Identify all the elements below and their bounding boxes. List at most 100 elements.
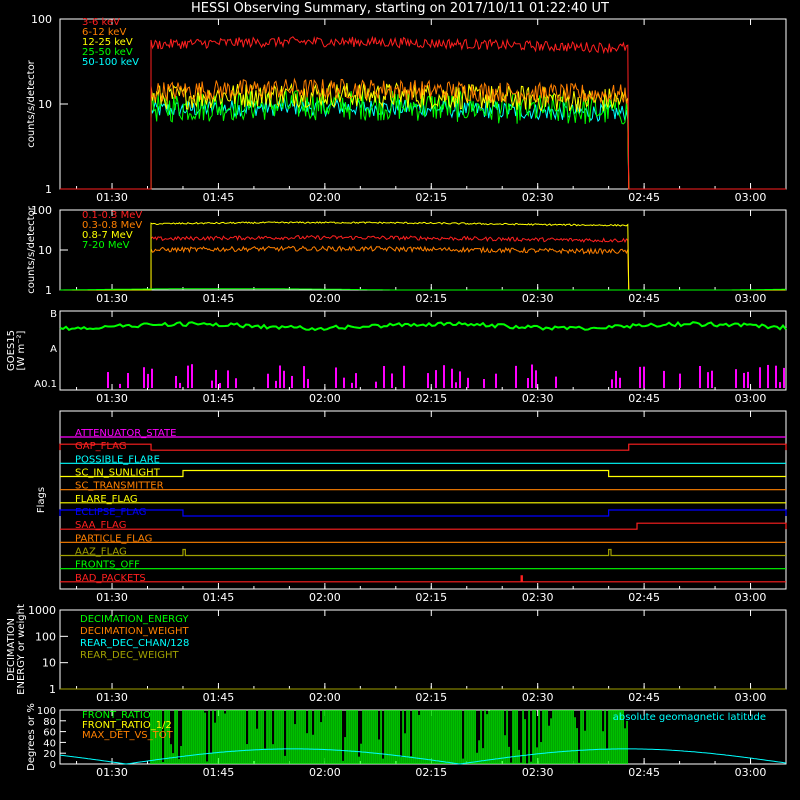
x-tick-label: 01:45 <box>203 691 235 704</box>
x-tick-label: 02:00 <box>309 766 341 779</box>
y-tick-label: 1000 <box>28 604 56 617</box>
x-tick-label: 02:15 <box>415 392 447 405</box>
x-tick-label: 01:30 <box>96 191 128 204</box>
x-tick-label: 02:45 <box>628 591 660 604</box>
x-tick-label: 03:00 <box>735 766 767 779</box>
legend-entry: absolute geomagnetic latitude <box>613 712 766 723</box>
flag-line-eclipse_flag <box>59 509 787 517</box>
flag-label: SC_TRANSMITTER <box>75 481 164 492</box>
flag-label: POSSIBLE_FLARE <box>75 454 160 465</box>
observing-summary-plot: 01:30 01:45 02:00 02:15 02:30 02:45 03:00 count… <box>6 13 787 779</box>
y-tick-label: 80 <box>43 717 56 728</box>
y-axis-label: Degrees or % <box>26 703 37 771</box>
flag-label: ECLIPSE_FLAG <box>75 507 146 518</box>
legend-entry: REAR_DEC_WEIGHT <box>80 650 179 661</box>
x-tick-label: 03:00 <box>735 691 767 704</box>
flag-line-aaz_flag <box>60 548 786 557</box>
y-tick-label: 10 <box>38 244 52 257</box>
y-axis-label: counts/s/detector <box>26 205 37 293</box>
flag-label: ATTENUATOR_STATE <box>75 428 176 439</box>
y-tick-label: B <box>50 309 57 320</box>
x-tick-label: 01:45 <box>203 292 235 305</box>
x-tick-label: 02:45 <box>628 191 660 204</box>
flag-label: SC_IN_SUNLIGHT <box>75 468 161 479</box>
series-line-25-50-keV <box>60 90 786 190</box>
x-tick-label: 02:00 <box>309 392 341 405</box>
y-tick-label: 100 <box>35 630 56 643</box>
y-tick-label: 10 <box>42 657 56 670</box>
y-tick-label: 40 <box>43 738 56 749</box>
x-tick-label: 01:30 <box>96 392 128 405</box>
x-tick-label: 01:45 <box>203 191 235 204</box>
y-tick-label: A <box>50 344 57 355</box>
y-tick-label: 10 <box>38 98 52 111</box>
legend-entry: DECIMATION_ENERGY <box>80 614 189 625</box>
flag-line-saa_flag <box>60 522 787 530</box>
y-tick-label: 1 <box>45 284 52 297</box>
y-tick-label: 0 <box>50 760 56 771</box>
x-tick-label: 02:15 <box>415 766 447 779</box>
y-axis-label: ENERGY or weight <box>16 604 27 695</box>
x-tick-label: 02:15 <box>415 591 447 604</box>
flag-line-bad_packets <box>60 575 786 583</box>
x-tick-label: 01:30 <box>96 766 128 779</box>
x-tick-label: 02:30 <box>522 691 554 704</box>
x-tick-label: 02:45 <box>628 691 660 704</box>
x-tick-label: 03:00 <box>735 292 767 305</box>
flag-label: SAA_FLAG <box>75 520 126 531</box>
x-tick-label: 01:30 <box>96 691 128 704</box>
x-tick-label: 02:15 <box>415 191 447 204</box>
x-tick-label: 02:30 <box>522 591 554 604</box>
y-axis-label: Flags <box>36 487 47 513</box>
series-line-0.8-7-MeV <box>60 221 786 291</box>
x-tick-label: 03:00 <box>735 591 767 604</box>
x-tick-label: 03:00 <box>735 392 767 405</box>
flag-label: AAZ_FLAG <box>75 547 127 558</box>
x-tick-label: 02:15 <box>415 691 447 704</box>
x-tick-label: 02:45 <box>628 766 660 779</box>
x-tick-label: 01:45 <box>203 392 235 405</box>
flag-label: FRONTS_OFF <box>75 560 140 571</box>
x-tick-label: 01:30 <box>96 591 128 604</box>
x-tick-label: 02:30 <box>522 292 554 305</box>
flag-label: FLARE_FLAG <box>75 494 138 505</box>
series-line-12-25-keV <box>60 82 786 190</box>
x-tick-label: 02:00 <box>309 591 341 604</box>
y-tick-label: 100 <box>31 13 52 26</box>
flag-line-gap_flag <box>59 443 787 451</box>
x-tick-label: 02:00 <box>309 191 341 204</box>
x-tick-label: 01:45 <box>203 766 235 779</box>
y-tick-label: A0.1 <box>34 379 57 390</box>
x-tick-label: 02:30 <box>522 191 554 204</box>
flag-label: GAP_FLAG <box>75 441 127 452</box>
x-tick-label: 02:30 <box>522 392 554 405</box>
x-tick-label: 02:00 <box>309 691 341 704</box>
x-tick-label: 02:30 <box>522 766 554 779</box>
legend-entry: REAR_DEC_CHAN/128 <box>80 638 189 649</box>
y-tick-label: 60 <box>43 728 56 739</box>
x-tick-label: 02:00 <box>309 292 341 305</box>
x-tick-label: 02:45 <box>628 392 660 405</box>
x-tick-label: 02:45 <box>628 292 660 305</box>
legend-entry: 7-20 MeV <box>82 240 130 251</box>
y-axis-label: [W m⁻²] <box>16 330 27 370</box>
flag-label: BAD_PACKETS <box>75 573 146 584</box>
y-tick-label: 20 <box>43 749 56 760</box>
y-tick-label: 1 <box>49 683 56 696</box>
x-tick-label: 02:15 <box>415 292 447 305</box>
legend-entry: 50-100 keV <box>82 57 139 68</box>
x-tick-label: 01:30 <box>96 292 128 305</box>
legend-entry: MAX_DET_VS_TOT <box>82 730 174 741</box>
y-axis-label: counts/s/detector <box>26 59 37 147</box>
y-tick-label: 100 <box>31 204 52 217</box>
legend-entry: DECIMATION_WEIGHT <box>80 626 189 637</box>
flag-line-sc_in_sunlight <box>60 469 786 478</box>
series-line-0.1-0.3-MeV <box>60 235 786 291</box>
y-tick-label: 1 <box>45 183 52 196</box>
y-tick-label: 100 <box>37 706 56 717</box>
flag-label: PARTICLE_FLAG <box>75 533 152 544</box>
x-tick-label: 03:00 <box>735 191 767 204</box>
goes-long-channel-line <box>59 320 787 332</box>
series-line-0.3-0.8-MeV <box>60 245 786 291</box>
x-tick-label: 01:45 <box>203 591 235 604</box>
